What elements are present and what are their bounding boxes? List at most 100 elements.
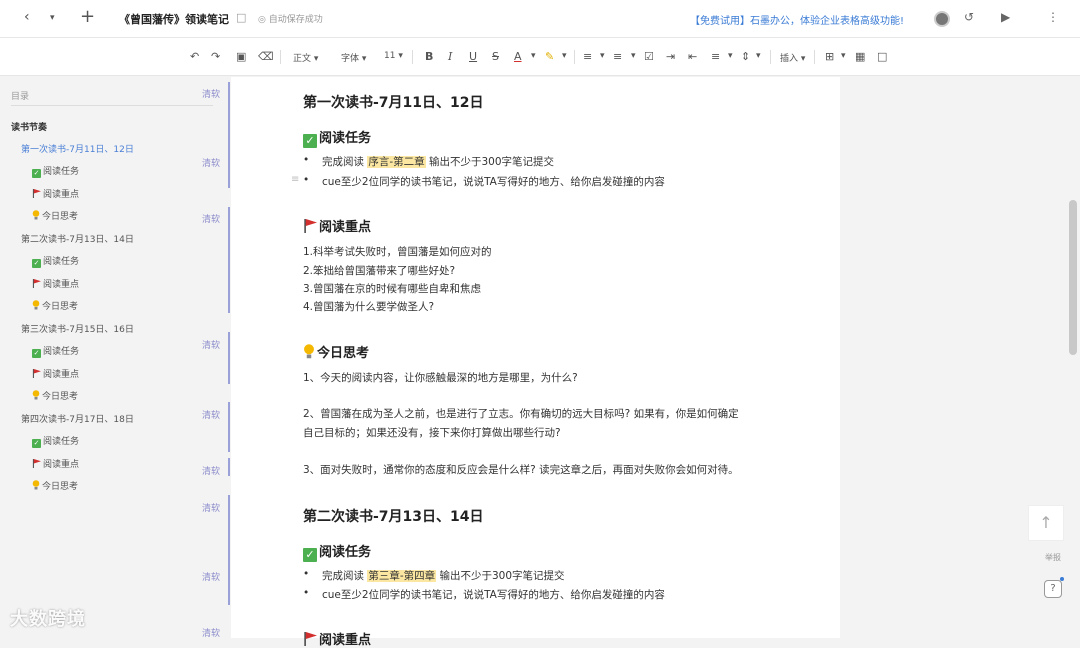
toc-item-label: 今日思考 [42,392,79,402]
highlight-text: 序言-第二章 [367,156,426,168]
check-icon: ✓ [32,439,41,448]
chevron-down-icon[interactable]: ▾ [531,51,536,61]
heading-focus: 阅读重点 [303,216,371,235]
focus-item: 3.曾国藩在京的时候有哪些自卑和焦虑 [303,283,482,295]
redo-icon[interactable]: ↷ [211,50,220,63]
chevron-down-icon[interactable]: ▾ [562,51,567,61]
more-icon[interactable]: ⋮ [1047,10,1059,24]
chevron-down-icon[interactable]: ▾ [841,51,846,61]
toc-item[interactable]: ✓ 阅读任务 [32,254,79,268]
toc-item[interactable]: 今日思考 [32,479,78,492]
undo-icon[interactable]: ↶ [190,50,199,63]
toc-clear-link[interactable]: 清软 [202,87,220,100]
strikethrough-icon[interactable]: S [492,50,499,63]
toc-item[interactable]: 第一次读书-7月11日、12日 [21,142,134,155]
toc-item-label: 今日思考 [42,302,79,312]
bulb-icon [32,210,40,220]
align-icon[interactable]: ≡ [711,50,720,63]
toc-item[interactable]: 第二次读书-7月13日、14日 [21,232,134,245]
paragraph-style-select[interactable]: 正文 ▾ [293,51,318,64]
image-icon[interactable]: ▦ [855,50,865,63]
toc-item[interactable]: 第四次读书-7月17日、18日 [21,412,134,425]
comment-icon[interactable]: □ [877,50,887,63]
toc-clear-link[interactable]: 清软 [202,212,220,225]
back-icon[interactable]: ‹ [24,9,30,25]
divider [11,105,213,106]
avatar[interactable] [934,11,950,27]
toc-item-label: 阅读任务 [43,257,80,267]
toc-clear-link[interactable]: 清软 [202,338,220,351]
bookmark-icon[interactable]: □ [236,11,246,24]
toc-item[interactable]: 阅读重点 [32,457,79,470]
chevron-down-icon[interactable]: ▾ [600,51,605,61]
toc-clear-link[interactable]: 清软 [202,570,220,583]
flag-icon [304,219,317,233]
flag-icon [32,189,41,198]
think-item: 1、今天的阅读内容，让你感触最深的地方是哪里，为什么? [303,372,578,384]
insert-label: 插入 [780,54,799,64]
report-link[interactable]: 举报 [1045,552,1061,563]
text-color-icon[interactable]: A [514,50,522,63]
heading-text: 阅读任务 [319,545,372,560]
promo-link[interactable]: 【免费试用】石墨办公，体验企业表格高级功能! [690,12,904,27]
bullet-list-icon[interactable]: ≡ [613,50,622,63]
toc-item[interactable]: 阅读重点 [32,187,79,200]
scrollbar-thumb[interactable] [1069,200,1077,355]
toc-clear-link[interactable]: 清软 [202,464,220,477]
font-label: 字体 [341,54,360,64]
clear-format-icon[interactable]: ⌫ [258,50,274,63]
checklist-icon[interactable]: ☑ [644,50,654,63]
toc-sidebar: 目录 清软 读书节奏 第一次读书-7月11日、12日 ✓ 阅读任务 阅读重点 今日… [0,77,228,639]
indent-icon[interactable]: ⇥ [666,50,675,63]
help-button[interactable]: ? [1044,580,1062,598]
italic-icon[interactable]: I [448,50,452,63]
format-toolbar: ↶ ↷ ▣ ⌫ 正文 ▾ 字体 ▾ 11 ▾ B I U S A ▾ ✎ ▾ ≡… [0,38,1080,76]
highlight-icon[interactable]: ✎ [545,50,554,63]
new-doc-icon[interactable]: + [80,6,95,27]
chevron-down-icon[interactable]: ▾ [631,51,636,61]
text: 输出不少于300字笔记提交 [439,570,565,582]
toc-item[interactable]: 今日思考 [32,389,78,402]
toc-item-label: 今日思考 [42,212,79,222]
heading-task: ✓ 阅读任务 [303,127,371,148]
flag-icon [304,632,317,646]
back-to-top-button[interactable]: ↑ [1028,505,1064,541]
list-item: cue至少2位同学的读书笔记，说说TA写得好的地方、给你启发碰撞的内容 [303,587,665,602]
history-icon[interactable]: ↺ [964,10,974,24]
underline-icon[interactable]: U [469,50,477,63]
chevron-down-icon[interactable]: ▾ [728,51,733,61]
toc-item-label: 今日思考 [42,482,79,492]
format-painter-icon[interactable]: ▣ [236,50,246,63]
insert-menu[interactable]: 插入 ▾ [780,51,805,64]
table-icon[interactable]: ⊞ [825,50,834,63]
toc-item[interactable]: 今日思考 [32,209,78,222]
bold-icon[interactable]: B [425,50,433,63]
line-height-icon[interactable]: ⇕ [741,50,750,63]
toc-item[interactable]: ✓ 阅读任务 [32,434,79,448]
toc-clear-link[interactable]: 清软 [202,156,220,169]
toc-clear-link[interactable]: 清软 [202,626,220,639]
list-item: 完成阅读 序言-第二章 输出不少于300字笔记提交 [303,154,554,169]
toc-item[interactable]: ✓ 阅读任务 [32,344,79,358]
toc-item[interactable]: 今日思考 [32,299,78,312]
toc-clear-link[interactable]: 清软 [202,408,220,421]
chevron-down-icon[interactable]: ▾ [50,13,55,23]
drag-handle-icon[interactable]: ≡ [291,174,299,185]
font-select[interactable]: 字体 ▾ [341,51,366,64]
text: 完成阅读 [322,570,364,582]
outdent-icon[interactable]: ⇤ [688,50,697,63]
doc-title[interactable]: 《曾国藩传》领读笔记 [119,11,229,27]
toc-item[interactable]: 阅读重点 [32,367,79,380]
chevron-down-icon[interactable]: ▾ [756,51,761,61]
font-size-select[interactable]: 11 ▾ [384,51,403,61]
toc-item[interactable]: ✓ 阅读任务 [32,164,79,178]
toc-item[interactable]: 阅读重点 [32,277,79,290]
play-icon[interactable]: ▶ [1001,10,1010,24]
heading-text: 阅读任务 [319,131,372,146]
ordered-list-icon[interactable]: ≡ [583,50,592,63]
think-item: 自己目标的；如果还没有，接下来你打算做出哪些行动? [303,427,561,439]
toc-item[interactable]: 第三次读书-7月15日、16日 [21,322,134,335]
toc-clear-link[interactable]: 清软 [202,501,220,514]
document-page[interactable]: 第一次读书-7月11日、12日 ✓阅读任务 完成阅读 序言-第二章 输出不少于3… [231,77,840,648]
toc-item-label: 阅读任务 [43,167,80,177]
